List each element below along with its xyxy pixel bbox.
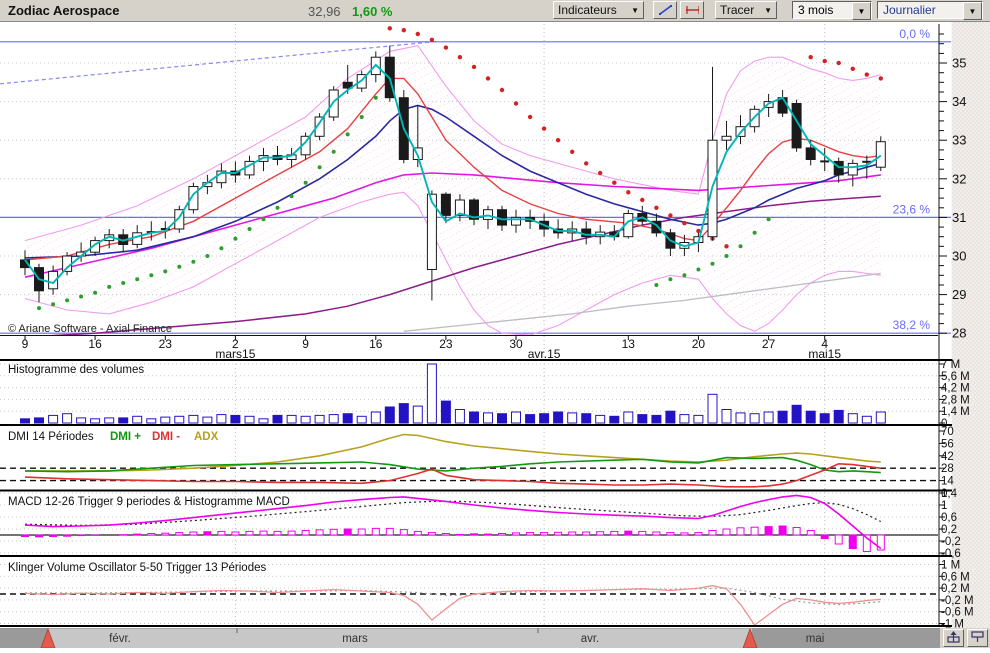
svg-text:9: 9 (22, 337, 29, 351)
svg-text:DMI -: DMI - (152, 431, 180, 443)
svg-text:1: 1 (941, 500, 947, 512)
svg-text:mai: mai (806, 633, 825, 645)
svg-text:16: 16 (369, 337, 383, 351)
svg-text:-0,2 M: -0,2 M (941, 595, 974, 607)
svg-text:1 M: 1 M (941, 560, 960, 572)
svg-text:29: 29 (952, 287, 966, 302)
chevron-down-icon: ▼ (631, 6, 639, 15)
svg-text:20: 20 (692, 337, 706, 351)
tracer-button[interactable]: Tracer ▼ (715, 1, 777, 19)
svg-text:mai15: mai15 (808, 347, 841, 361)
horizontal-line-icon (685, 4, 699, 16)
svg-text:avr.: avr. (581, 633, 600, 645)
svg-text:34: 34 (952, 94, 966, 109)
remove-panel-button[interactable] (967, 629, 988, 647)
svg-text:16: 16 (88, 337, 102, 351)
svg-text:13: 13 (622, 337, 636, 351)
svg-text:1,4 M: 1,4 M (941, 406, 970, 418)
draw-trendline-button[interactable] (653, 1, 677, 19)
change-percent: 1,60 % (352, 4, 392, 19)
svg-text:0,2 M: 0,2 M (941, 583, 970, 595)
period-select[interactable]: 3 mois ▼ (792, 1, 872, 19)
chevron-down-icon: ▼ (764, 6, 772, 15)
svg-text:-0,6: -0,6 (941, 548, 961, 560)
svg-text:0,6: 0,6 (941, 512, 957, 524)
svg-text:Klinger Volume Oscillator 5-50: Klinger Volume Oscillator 5-50 Trigger 1… (8, 562, 266, 574)
svg-text:33: 33 (952, 133, 966, 148)
svg-text:28: 28 (952, 326, 966, 341)
svg-text:0,0 %: 0,0 % (899, 27, 930, 41)
svg-text:avr.15: avr.15 (528, 347, 561, 361)
svg-text:23,6 %: 23,6 % (893, 202, 931, 216)
svg-text:38,2 %: 38,2 % (893, 318, 931, 332)
svg-text:30: 30 (509, 337, 523, 351)
tracer-label: Tracer (720, 3, 754, 17)
svg-text:mars15: mars15 (215, 347, 255, 361)
chevron-down-icon[interactable]: ▼ (963, 2, 982, 20)
svg-text:mars: mars (342, 633, 368, 645)
svg-text:2,8 M: 2,8 M (941, 394, 970, 406)
svg-text:0,6 M: 0,6 M (941, 571, 970, 583)
svg-text:5,6 M: 5,6 M (941, 371, 970, 383)
svg-text:MACD 12-26 Trigger 9 periode: MACD 12-26 Trigger 9 periodes & Histogra… (8, 496, 290, 508)
chevron-down-icon[interactable]: ▼ (852, 2, 871, 20)
svg-text:32: 32 (952, 171, 966, 186)
panel-up-icon (945, 630, 962, 644)
panel-down-icon (969, 630, 986, 644)
svg-text:DMI +: DMI + (110, 431, 141, 443)
last-price: 32,96 (308, 4, 341, 19)
instrument-title: Zodiac Aerospace (8, 3, 120, 18)
svg-text:23: 23 (439, 337, 453, 351)
svg-text:9: 9 (302, 337, 309, 351)
svg-text:DMI 14 Périodes: DMI 14 Périodes (8, 431, 94, 443)
indicateurs-label: Indicateurs (558, 3, 617, 17)
indicateurs-button[interactable]: Indicateurs ▼ (553, 1, 644, 19)
header-bar: Zodiac Aerospace 32,96 1,60 % Indicateur… (0, 0, 990, 22)
svg-text:-0,6 M: -0,6 M (941, 607, 974, 619)
svg-text:févr.: févr. (109, 633, 131, 645)
svg-text:23: 23 (159, 337, 173, 351)
interval-select[interactable]: Journalier ▼ (877, 1, 983, 19)
interval-value: Journalier (883, 3, 936, 17)
application-window: Zodiac Aerospace 32,96 1,60 % Indicateur… (0, 0, 990, 648)
svg-text:Histogramme des volumes: Histogramme des volumes (8, 364, 144, 376)
svg-text:0,2: 0,2 (941, 524, 957, 536)
svg-text:-0,2: -0,2 (941, 536, 961, 548)
draw-horizontal-line-button[interactable] (680, 1, 704, 19)
svg-text:28: 28 (941, 463, 954, 475)
svg-text:ADX: ADX (194, 431, 219, 443)
svg-text:31: 31 (952, 210, 966, 225)
diagonal-line-icon (658, 4, 672, 16)
svg-text:4,2 M: 4,2 M (941, 383, 970, 395)
timeline-navigator[interactable]: févr. mars avr. mai (0, 628, 990, 648)
svg-text:56: 56 (941, 438, 954, 450)
add-panel-button[interactable] (943, 629, 964, 647)
svg-text:35: 35 (952, 56, 966, 71)
svg-text:14: 14 (941, 476, 954, 488)
svg-text:© Ariane Software - Axial Fina: © Ariane Software - Axial Finance (8, 323, 172, 335)
svg-text:27: 27 (762, 337, 776, 351)
chart-canvas[interactable]: 0,0 % 23,6 % 38,2 % © Ariane Software - Axi… (0, 22, 990, 628)
svg-text:30: 30 (952, 249, 966, 264)
svg-text:42: 42 (941, 451, 954, 463)
svg-text:70: 70 (941, 426, 954, 438)
period-value: 3 mois (798, 3, 833, 17)
